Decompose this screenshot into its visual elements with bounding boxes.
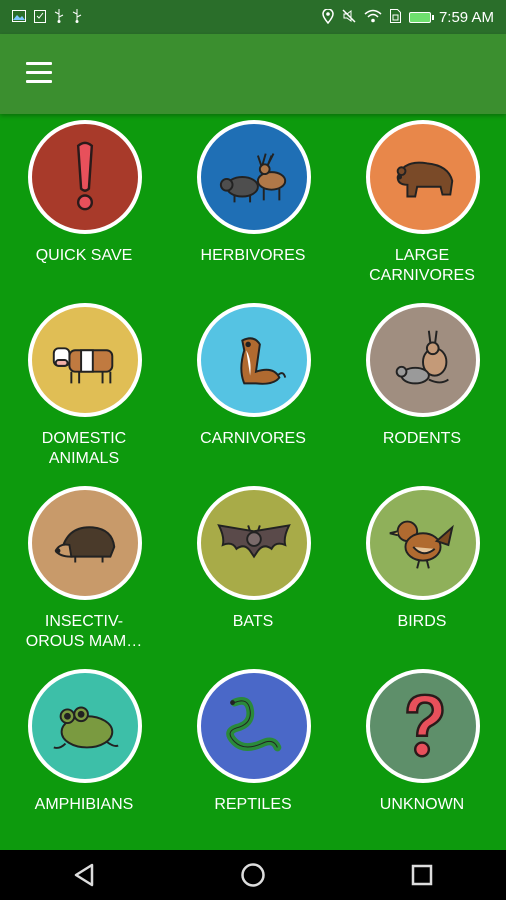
category-label: AMPHIBIANS <box>34 796 134 813</box>
category-label: CARNIVORES <box>200 430 306 447</box>
category-tile-large-carnivores[interactable]: LARGE CARNIVORES <box>338 114 506 294</box>
category-tile-birds[interactable]: BIRDS <box>338 480 506 660</box>
snake-icon <box>197 669 311 783</box>
bird-icon <box>366 486 480 600</box>
category-tile-quick-save[interactable]: QUICK SAVE <box>0 114 168 294</box>
bat-icon <box>197 486 311 600</box>
category-label: RODENTS <box>382 430 462 447</box>
exclamation-icon <box>28 120 142 234</box>
category-grid: QUICK SAVE HERBIVORES LARGE CARNIVORES DOME… <box>0 114 506 850</box>
usb-icon <box>72 9 82 25</box>
hedgehog-icon <box>28 486 142 600</box>
category-label: HERBIVORES <box>200 247 306 264</box>
category-tile-herbivores[interactable]: HERBIVORES <box>169 114 337 294</box>
app-bar <box>0 34 506 114</box>
category-label: REPTILES <box>214 796 292 813</box>
usb-icon <box>54 9 64 25</box>
weasel-icon <box>197 303 311 417</box>
status-right-icons: 7:59 AM <box>322 7 494 26</box>
category-label: DOMESTIC ANIMALS <box>41 430 127 467</box>
category-label: QUICK SAVE <box>35 247 133 264</box>
bear-icon <box>366 120 480 234</box>
back-triangle-icon[interactable] <box>64 855 104 895</box>
category-tile-carnivores[interactable]: CARNIVORES <box>169 297 337 477</box>
category-tile-bats[interactable]: BATS <box>169 480 337 660</box>
cow-icon <box>28 303 142 417</box>
category-label: BATS <box>232 613 274 630</box>
category-tile-domestic-animals[interactable]: DOMESTIC ANIMALS <box>0 297 168 477</box>
navigation-bar <box>0 850 506 900</box>
frog-icon <box>28 669 142 783</box>
status-bar: 7:59 AM <box>0 0 506 34</box>
sim-icon <box>389 9 401 25</box>
mute-icon <box>342 9 356 25</box>
hamburger-menu-icon[interactable] <box>26 62 54 86</box>
wifi-icon <box>364 9 382 25</box>
category-label: LARGE CARNIVORES <box>369 247 475 284</box>
category-tile-insectiv-orous-mam[interactable]: INSECTIV- OROUS MAM… <box>0 480 168 660</box>
home-circle-icon[interactable] <box>233 855 273 895</box>
rabbit-rat-icon <box>366 303 480 417</box>
category-label: BIRDS <box>397 613 447 630</box>
location-icon <box>322 7 334 26</box>
boar-deer-icon <box>197 120 311 234</box>
status-left-icons <box>12 9 82 25</box>
clipboard-icon <box>34 9 46 25</box>
category-tile-amphibians[interactable]: AMPHIBIANS <box>0 663 168 843</box>
category-tile-reptiles[interactable]: REPTILES <box>169 663 337 843</box>
category-label: UNKNOWN <box>379 796 465 813</box>
question-mark-icon <box>366 669 480 783</box>
status-time: 7:59 AM <box>438 8 494 26</box>
recents-square-icon[interactable] <box>402 855 442 895</box>
gallery-icon <box>12 10 26 24</box>
category-label: INSECTIV- OROUS MAM… <box>25 613 143 650</box>
category-tile-rodents[interactable]: RODENTS <box>338 297 506 477</box>
battery-charging-icon <box>408 11 434 23</box>
category-tile-unknown[interactable]: UNKNOWN <box>338 663 506 843</box>
